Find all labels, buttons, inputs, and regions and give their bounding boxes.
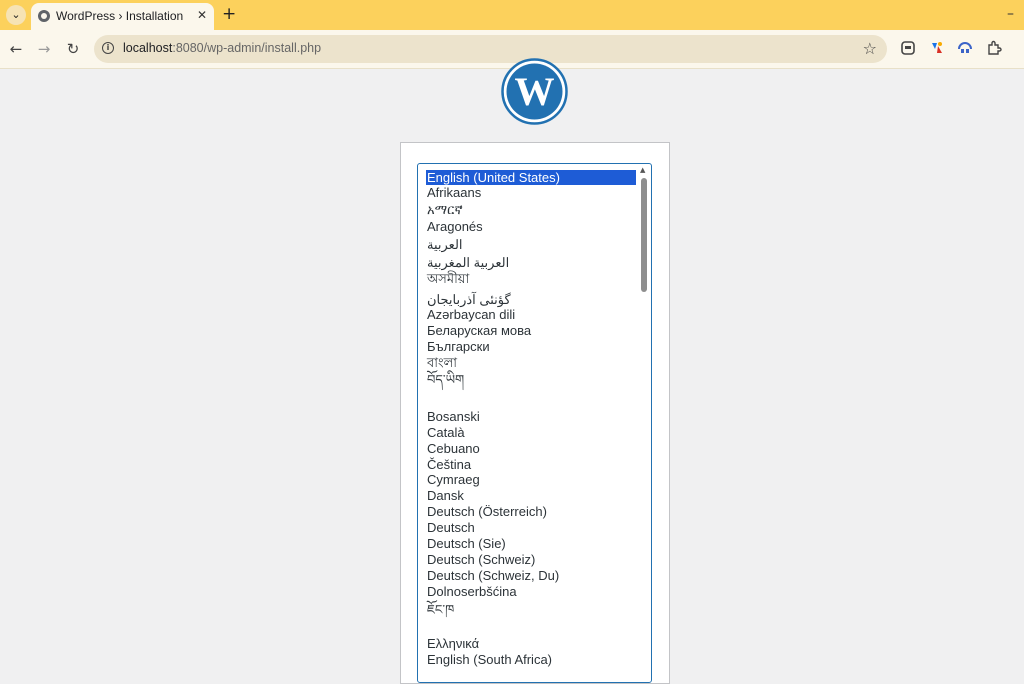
translate-extension-icon[interactable]: [929, 40, 945, 56]
screen-capture-extension-icon[interactable]: [900, 40, 916, 56]
url-text[interactable]: localhost:8080/wp-admin/install.php: [123, 41, 321, 55]
scroll-up-arrow-icon[interactable]: ▲: [640, 166, 645, 174]
tab-title: WordPress › Installation: [56, 9, 184, 23]
extensions-puzzle-icon[interactable]: [986, 40, 1002, 56]
site-info-icon[interactable]: i: [102, 42, 114, 54]
language-option[interactable]: বাংলা: [426, 355, 636, 370]
wordpress-logo: W: [501, 58, 568, 125]
language-option[interactable]: العربية المغربية: [426, 255, 636, 270]
scrollbar-thumb[interactable]: [641, 178, 647, 292]
language-option[interactable]: Ελληνικά: [426, 636, 636, 651]
tab-search-chevron-icon[interactable]: ⌄: [6, 5, 26, 25]
bookmark-star-icon[interactable]: ☆: [863, 39, 877, 58]
language-option[interactable]: Cebuano: [426, 441, 636, 456]
url-host: localhost: [123, 41, 173, 55]
back-button[interactable]: ←: [6, 39, 26, 59]
address-bar[interactable]: i localhost:8080/wp-admin/install.php ☆: [94, 35, 887, 63]
reload-button[interactable]: ↻: [63, 39, 83, 59]
language-option[interactable]: Deutsch (Sie): [426, 536, 636, 551]
language-option[interactable]: Cymraeg: [426, 472, 636, 487]
tab-wordpress-installation[interactable]: WordPress › Installation ✕: [31, 3, 214, 30]
profile-extension-icon[interactable]: [957, 40, 973, 56]
url-path: :8080/wp-admin/install.php: [172, 41, 322, 55]
browser-tab-bar: ⌄ WordPress › Installation ✕ + –: [0, 0, 1024, 30]
language-option[interactable]: العربية: [426, 237, 636, 252]
close-tab-icon[interactable]: ✕: [197, 8, 207, 22]
language-option[interactable]: Azərbaycan dili: [426, 307, 636, 322]
language-option[interactable]: Deutsch (Schweiz): [426, 552, 636, 567]
language-option[interactable]: Deutsch (Österreich): [426, 504, 636, 519]
language-option[interactable]: Bosanski: [426, 409, 636, 424]
language-select-list[interactable]: ▲ English (United States) Afrikaans አማርኛ Ar…: [417, 163, 652, 683]
language-selection-panel: ▲ English (United States) Afrikaans አማርኛ Ar…: [400, 142, 670, 684]
language-option[interactable]: Dolnoserbšćina: [426, 584, 636, 599]
language-option[interactable]: English (South Africa): [426, 652, 636, 667]
language-option[interactable]: ཇོང་ཁ: [426, 602, 636, 617]
new-tab-button[interactable]: +: [222, 4, 236, 24]
minimize-window-button[interactable]: –: [1007, 6, 1014, 22]
svg-text:W: W: [515, 69, 555, 114]
language-option[interactable]: Català: [426, 425, 636, 440]
forward-button[interactable]: →: [34, 39, 54, 59]
language-option[interactable]: Deutsch (Schweiz, Du): [426, 568, 636, 583]
language-option-selected[interactable]: English (United States): [426, 170, 636, 185]
language-list-scrollbar[interactable]: ▲: [639, 166, 649, 682]
language-option[interactable]: Čeština: [426, 457, 636, 472]
language-option[interactable]: Беларуская мова: [426, 323, 636, 338]
language-option[interactable]: Dansk: [426, 488, 636, 503]
language-option[interactable]: Aragonés: [426, 219, 636, 234]
language-option[interactable]: አማርኛ: [426, 202, 636, 217]
language-option[interactable]: བོད་ཡིག: [426, 372, 636, 387]
language-option[interactable]: گؤنئی آذربایجان: [426, 292, 636, 307]
language-option[interactable]: Български: [426, 339, 636, 354]
language-option[interactable]: Deutsch: [426, 520, 636, 535]
language-option[interactable]: অসমীয়া: [426, 271, 636, 286]
globe-icon: [38, 10, 50, 22]
language-option[interactable]: Afrikaans: [426, 185, 636, 200]
